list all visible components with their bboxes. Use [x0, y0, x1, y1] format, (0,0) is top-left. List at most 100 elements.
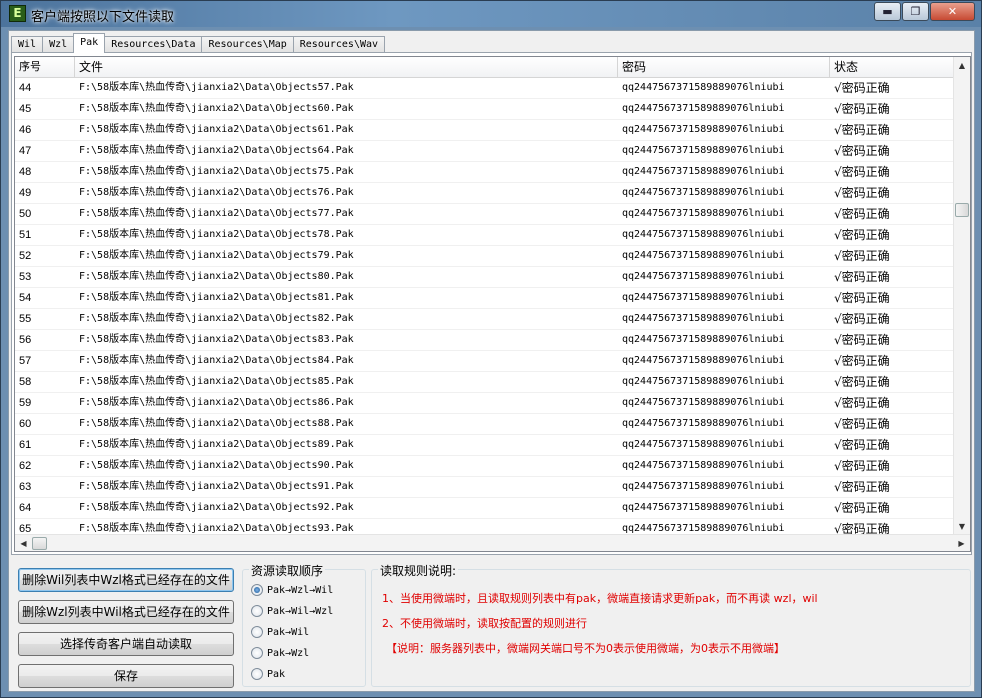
row-index: 49	[19, 187, 32, 199]
table-row[interactable]: 48 F:\58版本库\热血传奇\jianxia2\Data\Objects75.…	[15, 162, 955, 183]
tab-wil[interactable]: Wil	[11, 36, 44, 53]
file-list[interactable]: 序号 文件 密码 状态 44 F:\58版本库\热血传奇\jianxia2\Data\O…	[14, 56, 971, 552]
radio-icon[interactable]	[251, 605, 263, 617]
delete-wzl-duplicates-button[interactable]: 删除Wzl列表中Wil格式已经存在的文件	[18, 600, 234, 624]
row-password: qq2447567371589889076lniubi	[622, 145, 785, 156]
table-row[interactable]: 60 F:\58版本库\热血传奇\jianxia2\Data\Objects88.…	[15, 414, 955, 435]
row-index: 64	[19, 502, 32, 514]
table-row[interactable]: 46 F:\58版本库\热血传奇\jianxia2\Data\Objects61.…	[15, 120, 955, 141]
row-password: qq2447567371589889076lniubi	[622, 250, 785, 261]
column-header[interactable]: 序号	[15, 57, 75, 78]
table-row[interactable]: 52 F:\58版本库\热血传奇\jianxia2\Data\Objects79.…	[15, 246, 955, 267]
rule-line-2: 2、不使用微端时，读取按配置的规则进行	[382, 617, 587, 630]
row-file-path: F:\58版本库\热血传奇\jianxia2\Data\Objects81.Pa…	[79, 292, 354, 303]
title-bar[interactable]: E 客户端按照以下文件读取 ▬ ❐ ✕	[1, 1, 981, 27]
scroll-right-icon[interactable]: ▶	[953, 535, 970, 551]
row-status: √密码正确	[834, 354, 890, 368]
table-row[interactable]: 53 F:\58版本库\热血传奇\jianxia2\Data\Objects80.…	[15, 267, 955, 288]
row-status: √密码正确	[834, 396, 890, 410]
tab-resources-map[interactable]: Resources\Map	[201, 36, 294, 53]
list-rows: 44 F:\58版本库\热血传奇\jianxia2\Data\Objects57.…	[15, 78, 955, 540]
rules-group: 读取规则说明: 1、当使用微端时，且读取规则列表中有pak，微端直接请求更新pa…	[371, 562, 971, 687]
table-row[interactable]: 51 F:\58版本库\热血传奇\jianxia2\Data\Objects78.…	[15, 225, 955, 246]
row-status: √密码正确	[834, 501, 890, 515]
column-header[interactable]: 密码	[618, 57, 830, 78]
row-password: qq2447567371589889076lniubi	[622, 82, 785, 93]
tab-wzl[interactable]: Wzl	[42, 36, 75, 53]
row-index: 50	[19, 208, 32, 220]
scroll-down-icon[interactable]: ▼	[954, 518, 970, 535]
tab-panel-pak: 序号 文件 密码 状态 44 F:\58版本库\热血传奇\jianxia2\Data\O…	[11, 52, 972, 555]
read-order-option[interactable]: Pak→Wil	[251, 626, 309, 638]
row-password: qq2447567371589889076lniubi	[622, 439, 785, 450]
table-row[interactable]: 58 F:\58版本库\热血传奇\jianxia2\Data\Objects85.…	[15, 372, 955, 393]
save-button[interactable]: 保存	[18, 664, 234, 688]
vertical-scroll-thumb[interactable]	[955, 203, 969, 217]
scroll-left-icon[interactable]: ◀	[15, 535, 32, 551]
table-row[interactable]: 54 F:\58版本库\热血传奇\jianxia2\Data\Objects81.…	[15, 288, 955, 309]
maximize-button[interactable]: ❐	[902, 2, 929, 21]
radio-icon[interactable]	[251, 668, 263, 680]
table-row[interactable]: 56 F:\58版本库\热血传奇\jianxia2\Data\Objects83.…	[15, 330, 955, 351]
table-row[interactable]: 63 F:\58版本库\热血传奇\jianxia2\Data\Objects91.…	[15, 477, 955, 498]
read-order-option[interactable]: Pak→Wzl→Wil	[251, 584, 333, 596]
table-row[interactable]: 57 F:\58版本库\热血传奇\jianxia2\Data\Objects84.…	[15, 351, 955, 372]
row-index: 55	[19, 313, 32, 325]
row-password: qq2447567371589889076lniubi	[622, 313, 785, 324]
row-file-path: F:\58版本库\热血传奇\jianxia2\Data\Objects86.Pa…	[79, 397, 354, 408]
row-password: qq2447567371589889076lniubi	[622, 208, 785, 219]
table-row[interactable]: 64 F:\58版本库\热血传奇\jianxia2\Data\Objects92.…	[15, 498, 955, 519]
horizontal-scrollbar[interactable]: ◀ ▶	[15, 534, 970, 551]
scroll-up-icon[interactable]: ▲	[954, 57, 970, 74]
row-password: qq2447567371589889076lniubi	[622, 292, 785, 303]
row-password: qq2447567371589889076lniubi	[622, 502, 785, 513]
row-password: qq2447567371589889076lniubi	[622, 271, 785, 282]
column-header[interactable]: 文件	[75, 57, 618, 78]
auto-read-client-button[interactable]: 选择传奇客户端自动读取	[18, 632, 234, 656]
read-order-option[interactable]: Pak→Wil→Wzl	[251, 605, 333, 617]
horizontal-scroll-thumb[interactable]	[32, 537, 47, 550]
row-index: 46	[19, 124, 32, 136]
tab-resources-data[interactable]: Resources\Data	[104, 36, 203, 53]
tab-resources-wav[interactable]: Resources\Wav	[292, 36, 386, 53]
table-row[interactable]: 45 F:\58版本库\热血传奇\jianxia2\Data\Objects60.…	[15, 99, 955, 120]
row-status: √密码正确	[834, 102, 890, 116]
window-controls: ▬ ❐ ✕	[873, 2, 975, 21]
radio-icon[interactable]	[251, 626, 263, 638]
table-row[interactable]: 47 F:\58版本库\热血传奇\jianxia2\Data\Objects64.…	[15, 141, 955, 162]
row-index: 60	[19, 418, 32, 430]
table-row[interactable]: 49 F:\58版本库\热血传奇\jianxia2\Data\Objects76.…	[15, 183, 955, 204]
row-file-path: F:\58版本库\热血传奇\jianxia2\Data\Objects76.Pa…	[79, 187, 354, 198]
read-order-option-label: Pak→Wzl	[267, 647, 310, 659]
table-row[interactable]: 50 F:\58版本库\热血传奇\jianxia2\Data\Objects77.…	[15, 204, 955, 225]
row-password: qq2447567371589889076lniubi	[622, 418, 785, 429]
row-status: √密码正确	[834, 270, 890, 284]
row-status: √密码正确	[834, 228, 890, 242]
read-order-option[interactable]: Pak→Wzl	[251, 647, 309, 659]
radio-icon[interactable]	[251, 584, 263, 596]
row-password: qq2447567371589889076lniubi	[622, 166, 785, 177]
radio-icon[interactable]	[251, 647, 263, 659]
vertical-scrollbar[interactable]: ▲ ▼	[953, 57, 970, 535]
row-index: 45	[19, 103, 32, 115]
table-row[interactable]: 44 F:\58版本库\热血传奇\jianxia2\Data\Objects57.…	[15, 78, 955, 99]
close-button[interactable]: ✕	[930, 2, 975, 21]
table-row[interactable]: 55 F:\58版本库\热血传奇\jianxia2\Data\Objects82.…	[15, 309, 955, 330]
row-password: qq2447567371589889076lniubi	[622, 481, 785, 492]
delete-wil-duplicates-button[interactable]: 删除Wil列表中Wzl格式已经存在的文件	[18, 568, 234, 592]
minimize-button[interactable]: ▬	[874, 2, 901, 21]
table-row[interactable]: 62 F:\58版本库\热血传奇\jianxia2\Data\Objects90.…	[15, 456, 955, 477]
row-status: √密码正确	[834, 249, 890, 263]
rules-title: 读取规则说明:	[378, 562, 459, 579]
row-index: 56	[19, 334, 32, 346]
row-index: 57	[19, 355, 32, 367]
read-order-option[interactable]: Pak	[251, 668, 285, 680]
tab-pak[interactable]: Pak	[73, 33, 106, 53]
row-file-path: F:\58版本库\热血传奇\jianxia2\Data\Objects82.Pa…	[79, 313, 354, 324]
table-row[interactable]: 61 F:\58版本库\热血传奇\jianxia2\Data\Objects89.…	[15, 435, 955, 456]
table-row[interactable]: 59 F:\58版本库\热血传奇\jianxia2\Data\Objects86.…	[15, 393, 955, 414]
row-index: 47	[19, 145, 32, 157]
row-file-path: F:\58版本库\热血传奇\jianxia2\Data\Objects60.Pa…	[79, 103, 354, 114]
rule-note: 【说明：服务器列表中，微端网关端口号不为0表示使用微端，为0表示不用微端】	[386, 642, 785, 655]
column-header[interactable]: 状态	[830, 57, 955, 78]
